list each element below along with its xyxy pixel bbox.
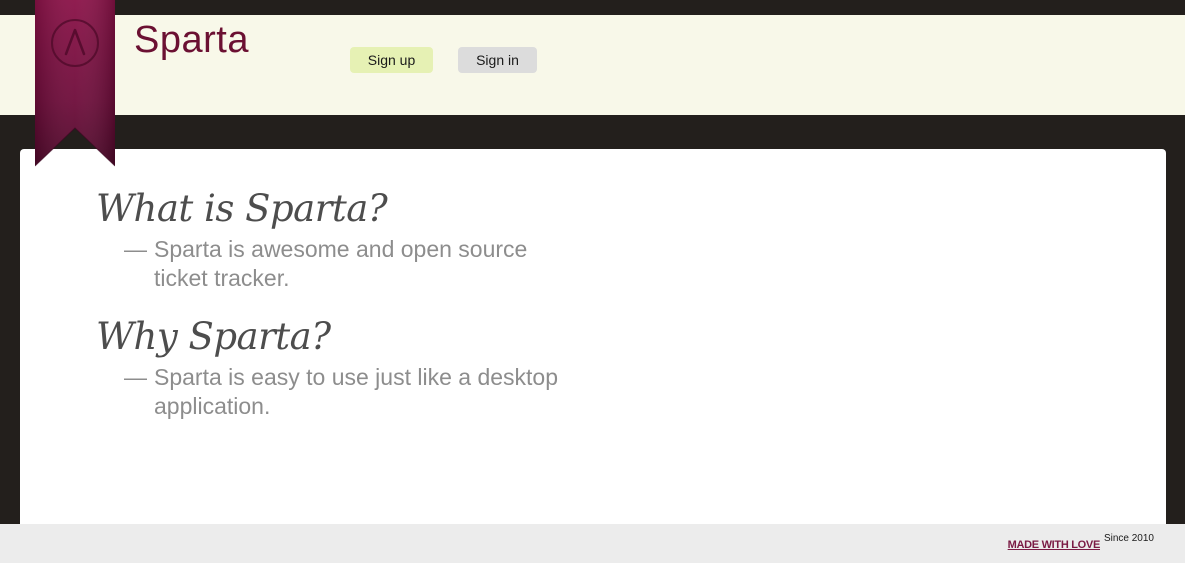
section-heading: Why Sparta? xyxy=(96,315,331,358)
section-description: — Sparta is awesome and open source tick… xyxy=(124,235,564,293)
header: Sparta Sign up Sign in xyxy=(0,15,1185,115)
footer: MADE WITH LOVE Since 2010 xyxy=(0,524,1185,563)
signup-button[interactable]: Sign up xyxy=(350,47,433,73)
logo-ribbon[interactable] xyxy=(35,0,115,168)
section-why: Why Sparta? — Sparta is easy to use just… xyxy=(96,315,616,421)
section-text: Sparta is easy to use just like a deskto… xyxy=(154,364,558,419)
main-content: What is Sparta? — Sparta is awesome and … xyxy=(20,149,1166,529)
dash-glyph: — xyxy=(124,236,147,262)
page: Sparta Sign up Sign in What is Sparta? —… xyxy=(0,0,1185,563)
section-heading: What is Sparta? xyxy=(96,187,388,230)
section-description: — Sparta is easy to use just like a desk… xyxy=(124,363,564,421)
section-what-is: What is Sparta? — Sparta is awesome and … xyxy=(96,187,616,293)
signin-button[interactable]: Sign in xyxy=(458,47,537,73)
dash-glyph: — xyxy=(124,364,147,390)
since-label: Since 2010 xyxy=(1103,533,1154,544)
made-with-love-link[interactable]: MADE WITH LOVE xyxy=(1008,539,1101,551)
logo-text[interactable]: Sparta xyxy=(134,19,249,62)
section-text: Sparta is awesome and open source ticket… xyxy=(154,236,528,291)
